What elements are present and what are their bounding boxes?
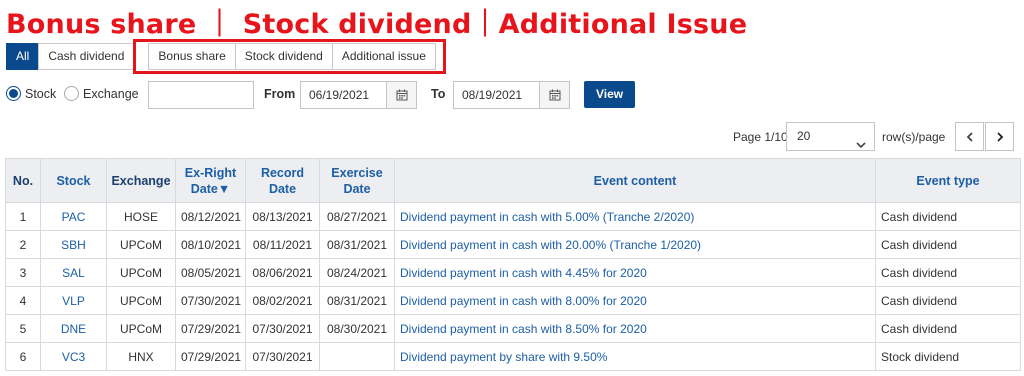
tab-additional-issue[interactable]: Additional issue [331,43,436,70]
record-date-cell: 08/13/2021 [245,202,320,231]
event-content-link[interactable]: Dividend payment in cash with 5.00% (Tra… [394,202,876,231]
ex-right-date-cell: 08/12/2021 [175,202,246,231]
exchange-cell: UPCoM [106,230,176,259]
exchange-cell: UPCoM [106,314,176,343]
events-table: No. Stock Exchange Ex-Right Date▼ Record D… [5,158,1021,371]
exercise-date-cell: 08/31/2021 [319,286,395,315]
row-number: 1 [5,202,41,231]
col-header-exchange[interactable]: Exchange [106,158,176,203]
from-date-input[interactable]: 06/19/2021 [300,81,387,109]
chevron-right-icon [996,131,1003,142]
table-row: 6 VC3 HNX 07/29/2021 07/30/2021 Dividend… [5,342,1021,371]
col-header-no: No. [5,158,41,203]
radio-exchange-label: Exchange [83,86,139,101]
row-number: 2 [5,230,41,259]
to-date-input[interactable]: 08/19/2021 [453,81,540,109]
to-date-picker[interactable]: 08/19/2021 [453,81,570,109]
event-content-link[interactable]: Dividend payment in cash with 4.45% for … [394,258,876,287]
exchange-cell: HOSE [106,202,176,231]
exercise-date-cell [319,342,395,371]
radio-exchange-indicator[interactable] [64,86,79,101]
col-header-exercise-date[interactable]: Exercise Date [319,158,395,203]
stock-link[interactable]: DNE [40,314,107,343]
rows-per-page-select[interactable]: 20 [786,122,875,151]
col-header-record-date[interactable]: Record Date [245,158,320,203]
ex-right-date-cell: 08/10/2021 [175,230,246,259]
row-number: 3 [5,258,41,287]
record-date-cell: 08/11/2021 [245,230,320,259]
event-type-cell: Cash dividend [875,230,1021,259]
from-date-picker[interactable]: 06/19/2021 [300,81,417,109]
stock-link[interactable]: SBH [40,230,107,259]
next-page-button[interactable] [985,122,1014,151]
pagination-bar: Page 1/10 20 row(s)/page [0,122,1020,151]
record-date-cell: 08/02/2021 [245,286,320,315]
filter-bar: Stock Exchange From 06/19/2021 To 08/19/… [6,81,706,109]
exercise-date-cell: 08/31/2021 [319,230,395,259]
event-content-link[interactable]: Dividend payment in cash with 8.50% for … [394,314,876,343]
exchange-cell: UPCoM [106,286,176,315]
col-header-event-content: Event content [394,158,876,203]
col-header-stock[interactable]: Stock [40,158,107,203]
table-row: 3 SAL UPCoM 08/05/2021 08/06/2021 08/24/… [5,258,1021,287]
chevron-left-icon [966,131,973,142]
event-type-cell: Cash dividend [875,286,1021,315]
tab-stock-dividend[interactable]: Stock dividend [234,43,333,70]
row-number: 6 [5,342,41,371]
ex-right-date-cell: 08/05/2021 [175,258,246,287]
tab-cash-dividend[interactable]: Cash dividend [38,43,135,70]
to-label: To [431,87,446,101]
tab-bonus-share[interactable]: Bonus share [148,43,236,70]
table-row: 1 PAC HOSE 08/12/2021 08/13/2021 08/27/2… [5,202,1021,231]
exercise-date-cell: 08/30/2021 [319,314,395,343]
ex-right-date-cell: 07/29/2021 [175,314,246,343]
table-row: 5 DNE UPCoM 07/29/2021 07/30/2021 08/30/… [5,314,1021,343]
stock-link[interactable]: VLP [40,286,107,315]
exchange-cell: HNX [106,342,176,371]
table-row: 2 SBH UPCoM 08/10/2021 08/11/2021 08/31/… [5,230,1021,259]
ex-right-date-cell: 07/30/2021 [175,286,246,315]
table-header-row: No. Stock Exchange Ex-Right Date▼ Record D… [5,158,1021,203]
rows-per-page-value: 20 [797,129,811,143]
rows-per-page-label: row(s)/page [882,130,946,144]
row-number: 4 [5,286,41,315]
col-header-ex-right-date[interactable]: Ex-Right Date▼ [175,158,246,203]
radio-stock-label: Stock [25,86,57,101]
prev-page-button[interactable] [955,122,984,151]
exercise-date-cell: 08/27/2021 [319,202,395,231]
event-content-link[interactable]: Dividend payment in cash with 8.00% for … [394,286,876,315]
event-content-link[interactable]: Dividend payment in cash with 20.00% (Tr… [394,230,876,259]
exercise-date-cell: 08/24/2021 [319,258,395,287]
ex-right-date-cell: 07/29/2021 [175,342,246,371]
from-label: From [264,87,296,101]
view-button[interactable]: View [584,81,636,108]
event-content-link[interactable]: Dividend payment by share with 9.50% [394,342,876,371]
record-date-cell: 08/06/2021 [245,258,320,287]
stock-link[interactable]: VC3 [40,342,107,371]
event-type-cell: Stock dividend [875,342,1021,371]
radio-stock[interactable]: Stock [6,86,56,101]
exchange-cell: UPCoM [106,258,176,287]
event-type-cell: Cash dividend [875,314,1021,343]
page-indicator: Page 1/10 [733,130,788,144]
calendar-icon[interactable] [540,81,570,109]
radio-exchange[interactable]: Exchange [64,86,139,101]
row-number: 5 [5,314,41,343]
col-header-event-type[interactable]: Event type [875,158,1021,203]
record-date-cell: 07/30/2021 [245,342,320,371]
event-type-cell: Cash dividend [875,202,1021,231]
chevron-down-icon [856,132,866,159]
stock-link[interactable]: PAC [40,202,107,231]
table-row: 4 VLP UPCoM 07/30/2021 08/02/2021 08/31/… [5,286,1021,315]
record-date-cell: 07/30/2021 [245,314,320,343]
page-headline: Bonus share ｜ Stock dividend｜Additional … [6,9,748,40]
event-type-cell: Cash dividend [875,258,1021,287]
tab-all[interactable]: All [6,43,40,70]
symbol-search-input[interactable] [148,81,254,109]
radio-stock-indicator[interactable] [6,86,21,101]
stock-link[interactable]: SAL [40,258,107,287]
calendar-icon[interactable] [387,81,417,109]
event-tabs: All Cash dividend Bonus share Stock divi… [6,43,436,70]
